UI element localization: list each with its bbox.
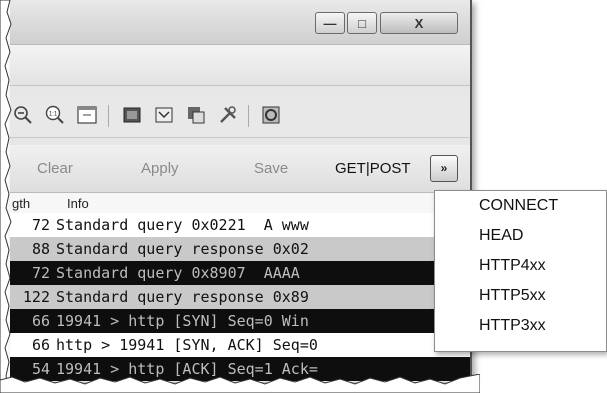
filter-toolbar: Clear Apply Save GET|POST » bbox=[10, 145, 470, 193]
packet-info: Standard query response 0x02 bbox=[56, 240, 309, 258]
table-row[interactable]: 88 Standard query response 0x02 bbox=[10, 237, 470, 261]
menu-item-connect[interactable]: CONNECT bbox=[479, 197, 558, 215]
torn-edge-left bbox=[0, 0, 12, 393]
wireshark-window: — □ X 1:1 Clear Apply Save GET|POST » gt… bbox=[10, 0, 472, 382]
main-toolbar: 1:1 bbox=[10, 95, 470, 138]
toolbar-separator bbox=[108, 105, 109, 127]
table-row[interactable]: 66 19941 > http [SYN] Seq=0 Win bbox=[10, 309, 470, 333]
torn-edge-bottom bbox=[0, 374, 480, 393]
menu-item-head[interactable]: HEAD bbox=[479, 227, 523, 245]
clear-button[interactable]: Clear bbox=[37, 160, 73, 177]
packet-length: 122 bbox=[22, 288, 50, 306]
menu-item-http3xx[interactable]: HTTP3xx bbox=[479, 317, 546, 335]
packet-info: 19941 > http [SYN] Seq=0 Win bbox=[56, 312, 309, 330]
help-icon[interactable] bbox=[260, 104, 282, 126]
table-row[interactable]: 72 Standard query 0x8907 AAAA bbox=[10, 261, 470, 285]
preferences-icon[interactable] bbox=[217, 104, 239, 126]
menu-item-http5xx[interactable]: HTTP5xx bbox=[479, 287, 546, 305]
packet-length: 88 bbox=[31, 240, 50, 258]
column-header-info[interactable]: Info bbox=[67, 196, 89, 211]
packet-length: 66 bbox=[31, 312, 50, 330]
packet-list: 72 Standard query 0x0221 A www 88 Standard … bbox=[10, 213, 470, 381]
toolbar-separator bbox=[248, 105, 249, 127]
chevron-right-double-icon: » bbox=[440, 161, 448, 175]
menu-item-http4xx[interactable]: HTTP4xx bbox=[479, 257, 546, 275]
packet-length: 72 bbox=[31, 264, 50, 282]
capture-filters-icon[interactable] bbox=[121, 104, 143, 126]
more-filters-button[interactable]: » bbox=[430, 155, 458, 182]
maximize-icon: □ bbox=[358, 15, 366, 31]
table-row[interactable]: 72 Standard query 0x0221 A www bbox=[10, 213, 470, 237]
zoom-normal-icon[interactable]: 1:1 bbox=[44, 104, 66, 126]
resize-columns-icon[interactable] bbox=[76, 104, 98, 126]
getpost-filter-button[interactable]: GET|POST bbox=[335, 160, 411, 177]
minimize-button[interactable]: — bbox=[315, 12, 345, 34]
minimize-icon: — bbox=[323, 15, 337, 31]
display-filters-icon[interactable] bbox=[153, 104, 175, 126]
table-row[interactable]: 122 Standard query response 0x89 bbox=[10, 285, 470, 309]
svg-text:1:1: 1:1 bbox=[49, 112, 58, 118]
title-bar: — □ X bbox=[10, 0, 470, 44]
coloring-rules-icon[interactable] bbox=[185, 104, 207, 126]
packet-length: 66 bbox=[31, 336, 50, 354]
close-button[interactable]: X bbox=[380, 12, 458, 34]
close-icon: X bbox=[414, 15, 424, 31]
menu-bar bbox=[10, 44, 470, 86]
apply-button[interactable]: Apply bbox=[141, 160, 179, 177]
save-button[interactable]: Save bbox=[254, 160, 288, 177]
table-row[interactable]: 66 http > 19941 [SYN, ACK] Seq=0 bbox=[10, 333, 470, 357]
zoom-out-icon[interactable] bbox=[12, 104, 34, 126]
packet-info: http > 19941 [SYN, ACK] Seq=0 bbox=[56, 336, 318, 354]
packet-length: 72 bbox=[31, 216, 50, 234]
column-header-length[interactable]: gth bbox=[12, 196, 30, 211]
packet-info: Standard query 0x8907 AAAA bbox=[56, 264, 300, 282]
packet-list-header: gth Info bbox=[10, 193, 470, 214]
maximize-button[interactable]: □ bbox=[347, 12, 377, 34]
filter-dropdown-menu: CONNECT HEAD HTTP4xx HTTP5xx HTTP3xx bbox=[434, 190, 607, 352]
packet-info: Standard query 0x0221 A www bbox=[56, 216, 309, 234]
packet-info: Standard query response 0x89 bbox=[56, 288, 309, 306]
